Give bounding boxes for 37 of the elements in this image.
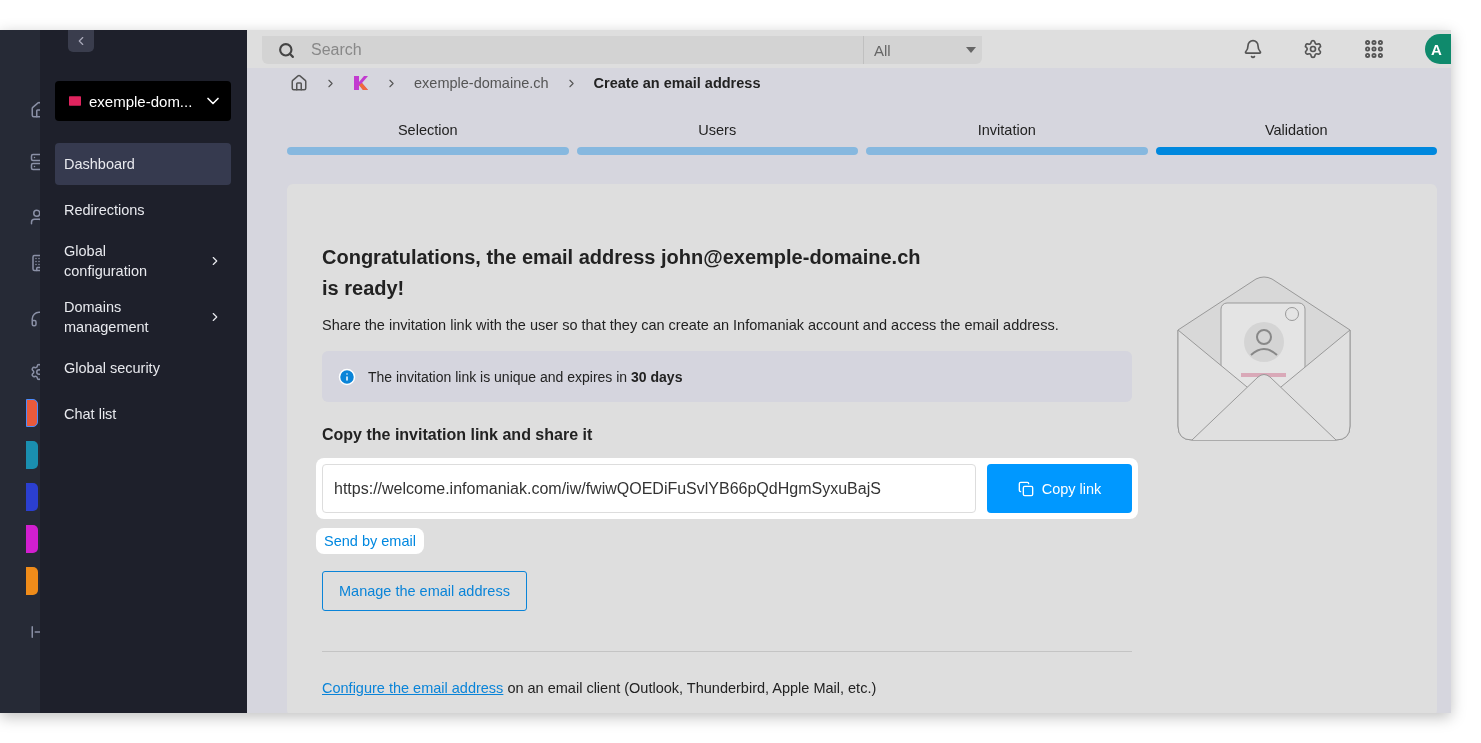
step-label: Invitation (977, 122, 1036, 138)
breadcrumb-item: Create an email address (593, 75, 761, 91)
k-logo-icon[interactable] (353, 75, 369, 91)
search-field[interactable]: Search All (262, 36, 982, 64)
step-label: Validation (1264, 122, 1328, 138)
home-icon[interactable] (290, 74, 308, 92)
step-label: Selection (397, 122, 458, 138)
section-heading: Copy the invitation link and share it (322, 426, 594, 444)
step-label: Users (698, 122, 737, 138)
copy-icon (1017, 480, 1034, 497)
nav-item[interactable]: Dashboard (55, 143, 231, 185)
settings-icon[interactable] (1303, 39, 1323, 59)
invitation-link-field[interactable]: https://welcome.infomaniak.com/iw/fwiwQOEDiFuSvlYB66pQdHgmSyxuBajS (322, 464, 976, 513)
app-tile-icon[interactable] (26, 567, 38, 595)
app-tile-icon[interactable] (26, 483, 38, 511)
nav-item[interactable]: Redirections (55, 189, 231, 231)
nav-item[interactable]: Global security (55, 347, 231, 389)
domain-selector[interactable]: exemple-dom... (55, 81, 231, 121)
info-text: The invitation link is unique and expires in 30 days (368, 368, 683, 385)
footer-text: Configure the email address on an email client (Outlook, Thunderbird, Apple Mail, etc.) (322, 680, 878, 696)
apps-grid-icon[interactable] (1363, 38, 1385, 60)
app-tile-icon[interactable] (26, 399, 38, 427)
description-text: Share the invitation link with the user so that they can create an Infomaniak account and access the email address. (322, 317, 1060, 333)
nav-item[interactable]: Domains management (55, 291, 231, 343)
success-title: Congratulations, the email address john@exemple-domaine.ch is ready! (322, 245, 922, 301)
info-icon (338, 367, 356, 386)
nav-item[interactable]: Chat list (55, 393, 231, 435)
send-by-email-link[interactable]: Send by email (316, 528, 424, 554)
search-icon (278, 41, 295, 59)
app-tile-icon[interactable] (26, 525, 38, 553)
collapse-button[interactable] (68, 30, 94, 52)
nav-item[interactable]: Global configuration (55, 235, 231, 287)
breadcrumb-item[interactable]: exemple-domaine.ch (414, 75, 549, 91)
avatar[interactable]: A (1425, 34, 1451, 64)
filter-dropdown[interactable]: All (863, 36, 982, 64)
app-tile-icon[interactable] (26, 441, 38, 469)
bell-icon[interactable] (1243, 39, 1263, 59)
